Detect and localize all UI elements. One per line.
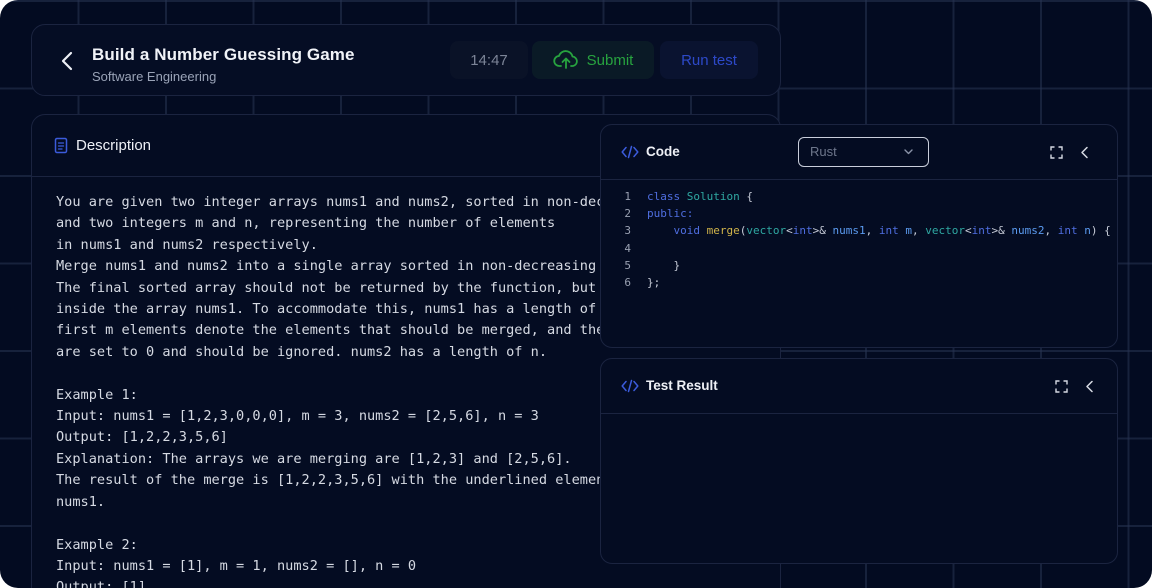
line-number: 2	[624, 207, 631, 221]
test-expand-button[interactable]	[1052, 377, 1070, 395]
description-title: Description	[76, 137, 152, 154]
page-title: Build a Number Guessing Game	[92, 45, 355, 64]
cloud-upload-icon	[553, 50, 578, 69]
code-brackets-icon	[621, 379, 639, 393]
countdown-timer: 14:47	[450, 41, 528, 79]
code-line: 6};	[601, 274, 1117, 291]
expand-icon	[1054, 379, 1068, 393]
line-number: 1	[624, 190, 631, 203]
page-subtitle: Software Engineering	[92, 69, 217, 84]
code-line: 5 }	[601, 257, 1117, 274]
code-line: 4	[601, 240, 1117, 257]
code-expand-button[interactable]	[1047, 143, 1065, 161]
test-result-panel: Test Result	[600, 358, 1118, 564]
line-number: 3	[624, 224, 631, 238]
code-line: 3 void merge(vector<int>& nums1, int m, …	[601, 222, 1117, 239]
test-panel-title: Test Result	[646, 378, 718, 393]
language-select[interactable]: Rust	[798, 137, 929, 167]
code-panel-title: Code	[646, 144, 680, 159]
test-collapse-button[interactable]	[1080, 377, 1098, 395]
line-number: 4	[624, 241, 631, 255]
chevron-left-icon	[61, 51, 73, 71]
code-text: void merge(vector<int>& nums1, int m, ve…	[673, 224, 1111, 238]
code-text: };	[647, 275, 661, 289]
line-number: 5	[624, 258, 631, 272]
chevron-down-icon	[904, 149, 913, 155]
chevron-left-icon	[1080, 146, 1088, 158]
run-test-button[interactable]: Run test	[660, 41, 758, 79]
expand-icon	[1049, 145, 1063, 159]
code-collapse-button[interactable]	[1075, 143, 1093, 161]
code-text: class Solution {	[647, 190, 753, 203]
chevron-left-icon	[1085, 380, 1093, 392]
submit-button[interactable]: Submit	[532, 41, 654, 79]
code-editor[interactable]: 1 class Solution {2 public: 3 void merge(ve…	[601, 188, 1117, 291]
code-line: 2 public:	[601, 205, 1117, 222]
submit-label: Submit	[586, 51, 634, 69]
back-button[interactable]	[54, 47, 80, 75]
test-panel-header: Test Result	[601, 359, 1117, 414]
code-line: 1 class Solution {	[601, 188, 1117, 205]
document-icon	[54, 137, 68, 154]
language-select-value: Rust	[810, 144, 837, 159]
app-frame: Build a Number Guessing Game Software En…	[0, 0, 1152, 588]
code-brackets-icon	[621, 145, 639, 159]
header-bar: Build a Number Guessing Game Software En…	[31, 24, 781, 96]
description-line: Output: [1]	[56, 579, 147, 588]
code-text: }	[647, 258, 681, 272]
line-number: 6	[624, 275, 631, 289]
code-panel-header: Code Rust	[601, 125, 1117, 180]
code-text: public:	[647, 207, 694, 221]
code-editor-panel: Code Rust 1 class Solution {2 public: 3 voi…	[600, 124, 1118, 348]
